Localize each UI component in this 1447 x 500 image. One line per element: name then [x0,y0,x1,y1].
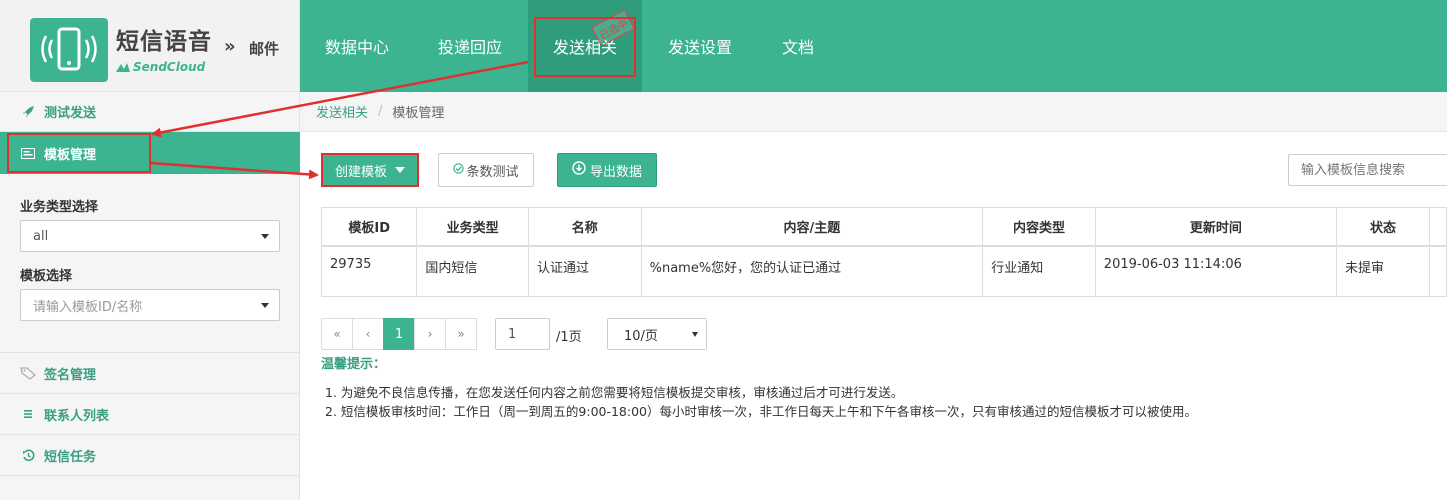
tag-icon [20,366,36,380]
list-icon [20,409,36,419]
column-header-business-type[interactable]: 业务类型 [416,207,529,247]
cell-name: 认证通过 [528,245,642,297]
rocket-icon [20,105,36,118]
cell-status: 未提审 [1336,245,1430,297]
sidebar-item-contacts[interactable]: 联系人列表 [0,394,300,434]
sidebar-item-label: 短信任务 [44,449,97,465]
tab-label: 发送设置 [667,38,732,57]
table-row[interactable]: 29735 国内短信 认证通过 %name%您好，您的认证已通过 行业通知 20… [320,245,1447,297]
business-type-label: 业务类型选择 [20,200,99,215]
tab-label: 数据中心 [324,38,389,57]
export-data-button[interactable]: 导出数据 [557,153,657,187]
phone-signal-icon [30,18,108,82]
sidebar-item-test-send[interactable]: 测试发送 [0,92,300,132]
template-select-placeholder: 请输入模板ID/名称 [33,299,143,315]
chevron-down-icon [261,303,269,308]
cell-id: 29735 [320,245,418,297]
chevron-down-icon [261,234,269,239]
template-search-input[interactable] [1288,154,1447,186]
tab-data-center[interactable]: 数据中心 [312,0,402,92]
check-circle-icon [453,162,465,178]
pagination: « ‹ 1 › » [321,318,477,350]
template-select-label: 模板选择 [20,269,73,284]
first-page-button[interactable]: « [321,318,353,350]
page-1-button[interactable]: 1 [383,318,415,350]
page-size-select[interactable]: 10/页 [607,318,707,350]
count-test-label: 条数测试 [466,164,519,180]
tab-docs[interactable]: 文档 [770,0,826,92]
annotation-highlight-send-related [534,17,636,77]
last-page-button[interactable]: » [445,318,477,350]
table-header-row: 模板ID 业务类型 名称 内容/主题 内容类型 更新时间 状态 [320,207,1447,247]
sidebar-item-label: 签名管理 [44,367,97,383]
column-header-name[interactable]: 名称 [528,207,642,247]
sidebar-item-sign-mgmt[interactable]: 签名管理 [0,353,300,393]
cell-content: %name%您好，您的认证已通过 [640,245,984,297]
chevron-down-icon [692,332,698,337]
tab-delivery-response[interactable]: 投递回应 [424,0,516,92]
breadcrumb-parent-link[interactable]: 发送相关 [316,102,368,121]
cell-actions [1429,245,1447,297]
tips-title: 温馨提示： [321,357,387,372]
annotation-highlight-create-template [321,153,419,187]
export-data-label: 导出数据 [589,164,642,180]
business-type-select[interactable]: all [20,220,280,252]
page-number-input[interactable] [495,318,550,350]
app-window: 短信语音 » 邮件 SendCloud 测试发送 模板管理 业务类型选择 all… [0,0,1447,500]
download-circle-icon [572,161,586,179]
tab-label: 文档 [781,38,814,57]
sendcloud-logo-icon [116,63,130,72]
tab-send-settings[interactable]: 发送设置 [654,0,746,92]
column-header-actions [1429,207,1447,247]
product-switch-arrow[interactable]: » [224,36,236,57]
breadcrumb-current: 模板管理 [392,106,445,121]
cell-updated: 2019-06-03 11:14:06 [1094,245,1338,297]
page-total: /1页 [556,330,582,345]
sidebar-item-label: 联系人列表 [44,408,110,424]
column-header-content-type[interactable]: 内容类型 [982,207,1096,247]
brand-subtitle: SendCloud [116,60,205,74]
tips-list: 1. 为避免不良信息传播，在您发送任何内容之前您需要将短信模板提交审核，审核通过… [325,383,1197,421]
business-type-value: all [33,228,49,244]
prev-page-button[interactable]: ‹ [352,318,384,350]
cell-content-type: 行业通知 [982,245,1096,297]
sidebar: 短信语音 » 邮件 SendCloud 测试发送 模板管理 业务类型选择 all… [0,0,300,500]
tab-label: 投递回应 [437,38,502,57]
cell-business-type: 国内短信 [416,245,529,297]
next-page-button[interactable]: › [414,318,446,350]
column-header-updated[interactable]: 更新时间 [1094,207,1338,247]
breadcrumb-separator: / [378,104,383,119]
tip-item: 2. 短信模板审核时间：工作日（周一到周五的9:00-18:00）每小时审核一次… [325,404,1198,419]
brand-title: 短信语音 [116,29,212,55]
product-switch-mail[interactable]: 邮件 [249,38,279,59]
sidebar-item-label: 测试发送 [44,106,97,121]
column-header-status[interactable]: 状态 [1336,207,1430,247]
brand-subtitle-text: SendCloud [133,60,206,74]
count-test-button[interactable]: 条数测试 [438,153,534,187]
page-size-value: 10/页 [624,328,658,344]
annotation-highlight-template-mgmt [7,133,151,173]
top-nav: 数据中心 投递回应 发送相关 发送设置 文档 [300,0,1447,92]
sidebar-divider [0,475,300,476]
history-icon [20,449,36,462]
column-header-id[interactable]: 模板ID [320,207,418,247]
template-table: 模板ID 业务类型 名称 内容/主题 内容类型 更新时间 状态 29735 国内… [320,207,1447,297]
sidebar-item-sms-task[interactable]: 短信任务 [0,435,300,475]
template-select[interactable]: 请输入模板ID/名称 [20,289,280,321]
tip-item: 1. 为避免不良信息传播，在您发送任何内容之前您需要将短信模板提交审核，审核通过… [325,385,904,400]
brand-area: 短信语音 » 邮件 SendCloud [0,0,299,92]
breadcrumb: 发送相关 / 模板管理 [300,92,1447,132]
column-header-content[interactable]: 内容/主题 [640,207,984,247]
